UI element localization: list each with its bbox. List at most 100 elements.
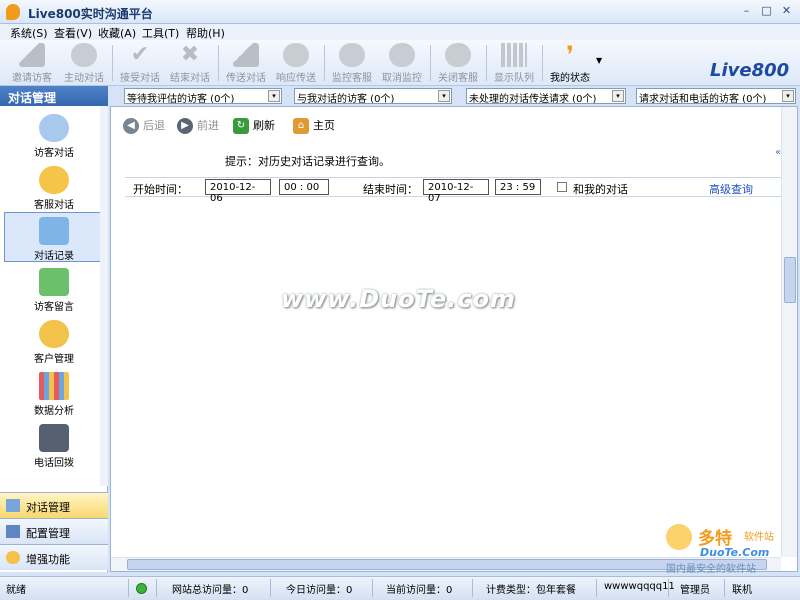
sidebar-item-agent-chat[interactable]: 客服对话 (4, 162, 104, 212)
status-current: 当前访问量：0 (386, 585, 453, 596)
duote-logo-watermark: 多特 软件站 DuoTe.Com 国内最安全的软件站 (660, 522, 798, 575)
end-chat-button[interactable]: ✖ 结束对话 (164, 42, 216, 85)
status-site-total: 网站总访问量：0 (172, 585, 249, 596)
sidebar-item-data-analysis[interactable]: 数据分析 (4, 368, 104, 418)
forward-button[interactable]: ▶ 前进 (177, 117, 219, 134)
maximize-button[interactable]: □ (758, 4, 775, 19)
transfer-chat-button[interactable]: 传送对话 (220, 42, 272, 84)
menu-favorites[interactable]: 收藏(A) (98, 25, 136, 41)
end-time-field[interactable]: 23 : 59 (495, 179, 541, 195)
respond-transfer-button[interactable]: 响应传送 (270, 42, 322, 84)
sidebar-item-visitor-chat[interactable]: 访客对话 (4, 110, 104, 160)
toolbar-separator (486, 45, 487, 81)
check-icon: ✔ (130, 42, 150, 67)
show-queue-button[interactable]: 显示队列 (488, 42, 540, 84)
refresh-label: 刷新 (253, 119, 275, 132)
chevron-down-icon: ▾ (268, 90, 280, 102)
watermark: www.DuoTe.com (281, 285, 516, 313)
filter-awaiting-evaluation[interactable]: 等待我评估的访客 (0个) ▾ (124, 88, 282, 104)
menu-tools[interactable]: 工具(T) (142, 25, 179, 41)
status-billing: 计费类型：包年套餐 (486, 585, 576, 596)
nav-enhance-label: 增强功能 (26, 553, 70, 566)
accept-chat-label: 接受对话 (120, 73, 160, 84)
invite-visitor-label: 邀请访客 (12, 73, 52, 84)
filter-transfer-requests[interactable]: 未处理的对话传送请求 (0个) ▾ (466, 88, 626, 104)
nav-config-label: 配置管理 (26, 527, 70, 540)
status-dropdown-icon[interactable]: ▼ (596, 56, 602, 65)
vertical-scrollbar-thumb[interactable] (784, 257, 796, 303)
status-separator (472, 579, 473, 597)
status-separator (156, 579, 157, 597)
filter-chatting-with-me-label: 与我对话的访客 (0个) (297, 94, 395, 104)
window-title: Live800实时沟通平台 (28, 7, 153, 21)
status-separator (372, 579, 373, 597)
app-logo-icon (6, 4, 20, 20)
invite-visitor-button[interactable]: 邀请访客 (6, 42, 58, 84)
nav-config[interactable]: 配置管理 (0, 518, 108, 544)
active-chat-label: 主动对话 (64, 73, 104, 84)
chat-bubble-icon (71, 43, 97, 67)
chat-record-icon (39, 217, 69, 245)
mine-checkbox[interactable] (557, 182, 567, 192)
toolbar-separator (430, 45, 431, 81)
home-button[interactable]: ⌂ 主页 (293, 117, 335, 134)
status-online: 联机 (732, 585, 752, 596)
chart-icon (39, 372, 69, 400)
status-icon: ❜ (566, 41, 574, 69)
accept-chat-button[interactable]: ✔ 接受对话 (114, 42, 166, 85)
nav-enhance[interactable]: 增强功能 (0, 544, 108, 570)
sidebar-item-label: 访客留言 (34, 302, 74, 313)
phone-icon (39, 424, 69, 452)
start-date-field[interactable]: 2010-12-06 (205, 179, 271, 204)
transfer-icon (233, 43, 259, 67)
status-separator (724, 579, 725, 597)
respond-transfer-label: 响应传送 (276, 73, 316, 84)
invite-icon (19, 43, 45, 67)
filter-chatting-with-me[interactable]: 与我对话的访客 (0个) ▾ (294, 88, 452, 104)
back-button[interactable]: ◀ 后退 (123, 117, 165, 134)
refresh-button[interactable]: ↻ 刷新 (233, 117, 275, 134)
status-user: wwwwqqqq11 (604, 581, 675, 592)
filter-call-requests-label: 请求对话和电话的访客 (0个) (639, 94, 767, 104)
close-button[interactable]: ✕ (778, 4, 795, 19)
status-separator (596, 579, 597, 597)
sidebar-item-visitor-message[interactable]: 访客留言 (4, 264, 104, 314)
sidebar-item-chat-record[interactable]: 对话记录 (4, 212, 104, 262)
sidebar-scrollbar[interactable] (100, 106, 108, 486)
minimize-button[interactable]: – (738, 4, 755, 19)
active-chat-button[interactable]: 主动对话 (58, 42, 110, 84)
start-time-field[interactable]: 00 : 00 (279, 179, 329, 195)
my-status-button[interactable]: ❜ 我的状态 (544, 42, 596, 84)
menu-system[interactable]: 系统(S) (10, 25, 48, 41)
back-label: 后退 (143, 119, 165, 132)
end-date-field[interactable]: 2010-12-07 (423, 179, 489, 204)
sidebar-item-phone-callback[interactable]: 电话回拨 (4, 420, 104, 470)
enhance-icon (6, 551, 20, 564)
toolbar: 邀请访客 主动对话 ✔ 接受对话 ✖ 结束对话 传送对话 响应传送 监控客服 取… (0, 40, 800, 86)
status-ready: 就绪 (6, 585, 26, 596)
home-icon: ⌂ (293, 118, 309, 134)
my-status-label: 我的状态 (550, 73, 590, 84)
show-queue-label: 显示队列 (494, 73, 534, 84)
vertical-scrollbar[interactable] (781, 107, 797, 557)
cancel-monitor-button[interactable]: 取消监控 (376, 42, 428, 84)
advanced-query-link[interactable]: 高级查询 (709, 181, 753, 197)
sidebar: 访客对话 客服对话 对话记录 访客留言 客户管理 数据分析 电话回拨 对话管理 … (0, 106, 108, 572)
chevron-down-icon: ▾ (438, 90, 450, 102)
status-role: 管理员 (680, 585, 710, 596)
queue-icon (501, 43, 527, 67)
filter-awaiting-evaluation-label: 等待我评估的访客 (0个) (127, 94, 235, 104)
sidebar-item-label: 对话记录 (34, 251, 74, 262)
title-bar: Live800实时沟通平台 – □ ✕ (0, 0, 800, 24)
toolbar-separator (112, 45, 113, 81)
close-agent-button[interactable]: 关闭客服 (432, 42, 484, 84)
visitor-chat-icon (39, 114, 69, 142)
cancel-monitor-label: 取消监控 (382, 73, 422, 84)
menu-view[interactable]: 查看(V) (54, 25, 92, 41)
online-indicator-icon (136, 583, 147, 594)
nav-chat-manage[interactable]: 对话管理 (0, 492, 108, 518)
menu-help[interactable]: 帮助(H) (186, 25, 225, 41)
monitor-agent-button[interactable]: 监控客服 (326, 42, 378, 84)
filter-call-requests[interactable]: 请求对话和电话的访客 (0个) ▾ (636, 88, 796, 104)
sidebar-item-customer[interactable]: 客户管理 (4, 316, 104, 366)
